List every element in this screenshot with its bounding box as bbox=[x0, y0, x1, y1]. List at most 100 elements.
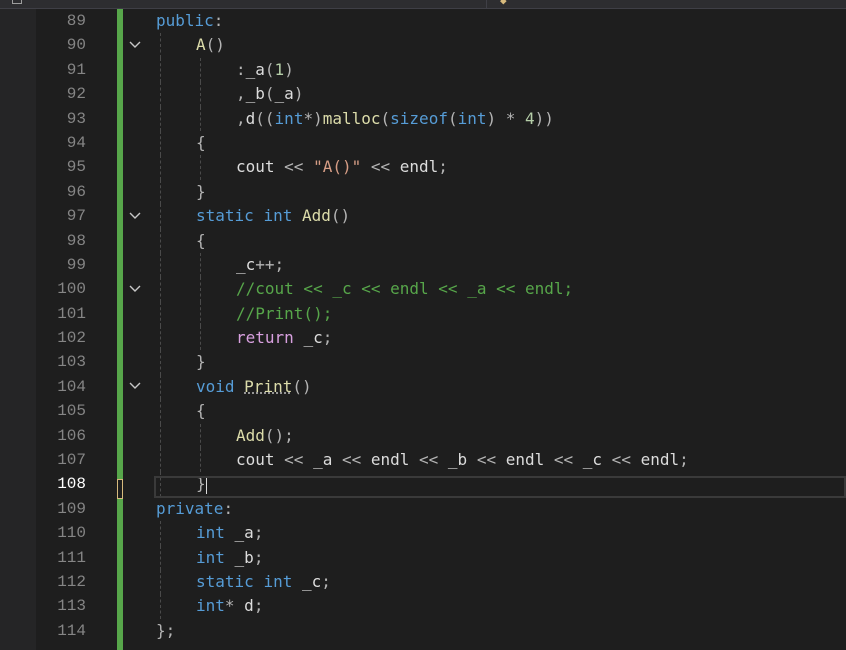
fold-chevron-icon[interactable] bbox=[127, 277, 143, 301]
code-line[interactable]: 105 { bbox=[0, 399, 846, 424]
code-token: 1 bbox=[274, 59, 285, 79]
code-line[interactable]: 101 //Print(); bbox=[0, 301, 846, 327]
line-number: 103 bbox=[57, 353, 86, 372]
code-line[interactable]: 98 { bbox=[0, 228, 846, 253]
code-text: _c++; bbox=[236, 253, 284, 277]
indent-guide bbox=[160, 277, 161, 302]
indent-guide bbox=[160, 594, 161, 619]
line-number: 106 bbox=[57, 426, 86, 445]
code-text: Add(); bbox=[236, 424, 294, 448]
code-line[interactable]: 107 cout << _a << endl << _b << endl << _… bbox=[0, 448, 846, 473]
code-line[interactable]: 103} bbox=[0, 350, 846, 375]
code-line[interactable]: 106 Add(); bbox=[0, 423, 846, 449]
code-line[interactable]: 99 _c++; bbox=[0, 252, 846, 278]
code-text: int _b; bbox=[196, 546, 263, 570]
indent-guide bbox=[160, 350, 161, 375]
code-line[interactable]: 102 return _c; bbox=[0, 326, 846, 351]
indent-guide bbox=[160, 155, 161, 180]
code-text: private: bbox=[156, 497, 233, 521]
fold-chevron-icon[interactable] bbox=[127, 204, 143, 228]
editor-tab-strip: ◆ bbox=[0, 0, 846, 9]
code-line[interactable]: 95 cout << "A()" << endl; bbox=[0, 155, 846, 180]
tab-separator bbox=[486, 0, 487, 8]
code-token: Print bbox=[244, 376, 293, 396]
code-token: * bbox=[224, 596, 245, 616]
code-token: _a bbox=[313, 450, 333, 470]
code-token: { bbox=[196, 230, 206, 250]
code-token: sizeof bbox=[390, 108, 448, 128]
code-token: "A()" bbox=[313, 157, 362, 177]
code-line[interactable]: 96} bbox=[0, 179, 846, 205]
indent-guide bbox=[200, 277, 201, 302]
code-token: _c bbox=[236, 254, 256, 274]
code-line[interactable]: 93 ,d((int*)malloc(sizeof(int) * 4)) bbox=[0, 106, 846, 131]
line-number: 113 bbox=[57, 597, 86, 616]
code-text: int _a; bbox=[196, 521, 263, 545]
fold-chevron-icon[interactable] bbox=[127, 33, 143, 57]
code-token: ) bbox=[293, 84, 304, 104]
line-number: 98 bbox=[66, 231, 86, 250]
line-number: 107 bbox=[57, 451, 86, 470]
code-text: } bbox=[196, 350, 206, 374]
line-number: 96 bbox=[66, 182, 86, 201]
code-line[interactable]: 111 int _b; bbox=[0, 545, 846, 570]
code-token: , bbox=[236, 108, 246, 128]
code-token: private bbox=[156, 498, 224, 518]
code-token: _b bbox=[245, 84, 265, 104]
code-token: int bbox=[263, 571, 293, 591]
line-number: 99 bbox=[66, 255, 86, 274]
code-line[interactable]: 91:_a(1) bbox=[0, 57, 846, 83]
code-text: //Print(); bbox=[236, 302, 332, 326]
code-line[interactable]: 89 public: bbox=[0, 9, 846, 33]
line-number: 102 bbox=[57, 329, 86, 348]
code-line[interactable]: 90 A() bbox=[0, 33, 846, 58]
code-line[interactable]: 97 static int Add() bbox=[0, 204, 846, 229]
indent-guide bbox=[200, 423, 201, 449]
line-number: 111 bbox=[57, 548, 86, 567]
code-token: void bbox=[196, 376, 235, 396]
code-token: _b bbox=[447, 450, 468, 470]
code-token: int bbox=[263, 206, 293, 226]
indent-guide bbox=[200, 82, 201, 107]
code-line[interactable]: 92 ,_b(_a) bbox=[0, 82, 846, 107]
code-token: ( bbox=[380, 108, 391, 128]
code-token: int bbox=[457, 108, 487, 128]
code-line[interactable]: 100 //cout << _c << endl << _a << endl; bbox=[0, 277, 846, 302]
code-text: }; bbox=[156, 619, 175, 643]
code-token: () bbox=[292, 376, 312, 396]
indent-guide bbox=[200, 155, 201, 180]
code-token: d bbox=[245, 108, 256, 128]
code-text: static int Add() bbox=[196, 204, 350, 228]
code-token: _a bbox=[274, 84, 294, 104]
code-line[interactable]: 114}; bbox=[0, 619, 846, 643]
code-token: ; bbox=[322, 328, 333, 348]
code-line[interactable]: 113 int* d; bbox=[0, 594, 846, 619]
code-text: A() bbox=[196, 33, 225, 57]
code-token: //cout << _c << endl << _a << endl; bbox=[236, 279, 574, 299]
code-line[interactable]: 109 private: bbox=[0, 497, 846, 521]
code-editor[interactable]: 89 public: 90 A() 91:_a(1) 92 ,_b(_a) 93 ,d((int… bbox=[0, 9, 846, 643]
indent-guide bbox=[160, 569, 161, 595]
code-token: << bbox=[544, 450, 583, 470]
code-line[interactable]: 108} bbox=[0, 472, 846, 497]
code-token: )) bbox=[534, 108, 554, 128]
line-number: 93 bbox=[66, 109, 86, 128]
indent-guide bbox=[160, 204, 161, 229]
code-line[interactable]: 104 void Print() bbox=[0, 374, 846, 400]
code-text: //cout << _c << endl << _a << endl; bbox=[236, 277, 573, 301]
fold-chevron-icon[interactable] bbox=[127, 375, 143, 399]
code-text: ,_b(_a) bbox=[236, 82, 303, 106]
code-line[interactable]: 110 int _a; bbox=[0, 521, 846, 546]
code-text: { bbox=[196, 131, 206, 155]
line-number: 95 bbox=[66, 158, 86, 177]
code-token: return bbox=[236, 328, 294, 348]
code-line[interactable]: 112 static int _c; bbox=[0, 569, 846, 595]
code-text: { bbox=[196, 229, 206, 253]
member-dropdown-icon[interactable]: ◆ bbox=[500, 0, 507, 7]
code-line[interactable]: 94 { bbox=[0, 130, 846, 156]
code-token: { bbox=[196, 401, 206, 421]
